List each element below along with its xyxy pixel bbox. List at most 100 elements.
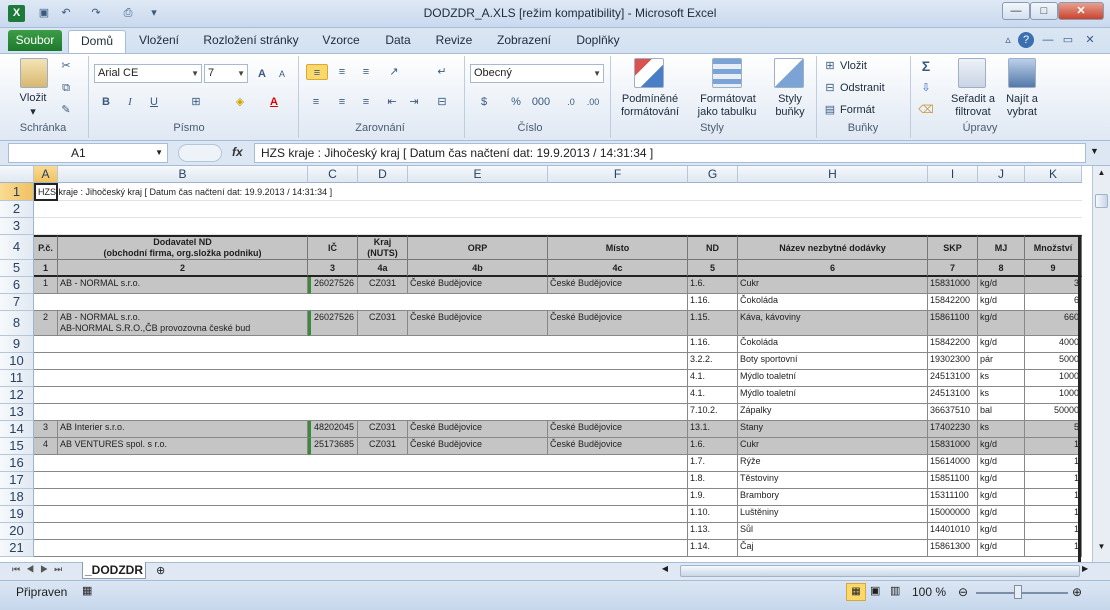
orientation-icon[interactable]: ↗ <box>384 64 404 80</box>
format-cells-icon[interactable]: ▤ <box>822 102 838 118</box>
row-header-13[interactable]: 13 <box>0 404 34 421</box>
cell-g-19[interactable]: 1.10. <box>688 506 738 523</box>
cell-i-6[interactable]: 15831000 <box>928 277 978 294</box>
cell-e-14[interactable]: České Budějovice <box>408 421 548 438</box>
cell-h-7[interactable]: Čokoláda <box>738 294 928 311</box>
sort-filter-icon[interactable] <box>958 58 986 88</box>
tab-formulas[interactable]: Vzorce <box>316 30 366 53</box>
cell-a-9[interactable] <box>34 336 58 353</box>
cell-g-17[interactable]: 1.8. <box>688 472 738 489</box>
cell-h-9[interactable]: Čokoláda <box>738 336 928 353</box>
sheet-tab[interactable]: _DODZDR <box>82 562 146 579</box>
cell-k-18[interactable]: 1 <box>1025 489 1082 506</box>
row-header-20[interactable]: 20 <box>0 523 34 540</box>
cell-j-8[interactable]: kg/d <box>978 311 1025 336</box>
find-select-label-1[interactable]: Najít a <box>1000 93 1044 106</box>
row-header-2[interactable]: 2 <box>0 201 34 218</box>
cell-i-8[interactable]: 15861100 <box>928 311 978 336</box>
cell-g-9[interactable]: 1.16. <box>688 336 738 353</box>
currency-icon[interactable]: $ <box>474 94 494 110</box>
cell-e-13[interactable] <box>408 404 548 421</box>
tab-home[interactable]: Domů <box>68 30 126 53</box>
help-icon[interactable]: ? <box>1018 32 1034 48</box>
cell-b-9[interactable] <box>58 336 308 353</box>
fill-icon[interactable]: ⇩ <box>918 80 934 96</box>
cell-g-6[interactable]: 1.6. <box>688 277 738 294</box>
font-name-select[interactable]: Arial CE ▼ <box>94 64 202 83</box>
cell-g-15[interactable]: 1.6. <box>688 438 738 455</box>
cell-c-14[interactable]: 48202045 <box>308 421 358 438</box>
cell-d-9[interactable] <box>358 336 408 353</box>
cell-k-15[interactable]: 1 <box>1025 438 1082 455</box>
cell-i-18[interactable]: 15311100 <box>928 489 978 506</box>
cell-j-18[interactable]: kg/d <box>978 489 1025 506</box>
worksheet-grid[interactable]: A B C D E F G H I J K 1 2 3 4 5 6 7 8 9 10 11 12 13 14 15 16 17 18 19… <box>0 166 1092 562</box>
cell-d-21[interactable] <box>358 540 408 557</box>
cell-d-17[interactable] <box>358 472 408 489</box>
cell-b-16[interactable] <box>58 455 308 472</box>
cell-k-9[interactable]: 4000 <box>1025 336 1082 353</box>
page-break-view-icon[interactable]: ▥ <box>890 584 900 597</box>
increase-decimal-icon[interactable]: .0 <box>562 94 580 110</box>
tab-view[interactable]: Zobrazení <box>490 30 558 53</box>
cell-f-15[interactable]: České Budějovice <box>548 438 688 455</box>
cell-j-10[interactable]: pár <box>978 353 1025 370</box>
cell-h-14[interactable]: Stany <box>738 421 928 438</box>
column-header-c[interactable]: C <box>308 166 358 183</box>
column-header-e[interactable]: E <box>408 166 548 183</box>
minimize-ribbon-icon[interactable]: ▵ <box>1000 32 1016 48</box>
cell-h-10[interactable]: Boty sportovní <box>738 353 928 370</box>
cell-g-16[interactable]: 1.7. <box>688 455 738 472</box>
formula-input[interactable]: HZS kraje : Jihočeský kraj [ Datum čas n… <box>254 143 1086 163</box>
cell-e-21[interactable] <box>408 540 548 557</box>
cell-d-14[interactable]: CZ031 <box>358 421 408 438</box>
cell-b-19[interactable] <box>58 506 308 523</box>
thousands-button[interactable]: 000 <box>530 94 552 110</box>
delete-cells-button[interactable]: Odstranit <box>840 82 900 95</box>
row-header-11[interactable]: 11 <box>0 370 34 387</box>
underline-button[interactable]: U <box>146 94 162 110</box>
cell-b-6[interactable]: AB - NORMAL s.r.o. <box>58 277 308 294</box>
cell-k-12[interactable]: 1000 <box>1025 387 1082 404</box>
cell-a-12[interactable] <box>34 387 58 404</box>
cell-c-11[interactable] <box>308 370 358 387</box>
borders-icon[interactable]: ⊞ <box>188 94 204 110</box>
align-right-icon[interactable]: ≡ <box>356 94 376 110</box>
cell-e-6[interactable]: České Budějovice <box>408 277 548 294</box>
cell-g-18[interactable]: 1.9. <box>688 489 738 506</box>
cell-a-18[interactable] <box>34 489 58 506</box>
cell-i-19[interactable]: 15000000 <box>928 506 978 523</box>
cell-e-7[interactable] <box>408 294 548 311</box>
format-painter-icon[interactable]: ✎ <box>58 102 74 118</box>
shrink-font-icon[interactable]: A <box>274 66 290 82</box>
cell-a-14[interactable]: 3 <box>34 421 58 438</box>
row-header-1[interactable]: 1 <box>0 183 34 201</box>
cell-d-6[interactable]: CZ031 <box>358 277 408 294</box>
cell-c-21[interactable] <box>308 540 358 557</box>
column-header-h[interactable]: H <box>738 166 928 183</box>
cell-h-16[interactable]: Rýže <box>738 455 928 472</box>
align-bottom-icon[interactable]: ≡ <box>356 64 376 80</box>
grow-font-icon[interactable]: A <box>254 66 270 82</box>
cell-k-19[interactable]: 1 <box>1025 506 1082 523</box>
cell-k-10[interactable]: 5000 <box>1025 353 1082 370</box>
cell-d-20[interactable] <box>358 523 408 540</box>
cell-g-20[interactable]: 1.13. <box>688 523 738 540</box>
cell-a-19[interactable] <box>34 506 58 523</box>
cell-j-11[interactable]: ks <box>978 370 1025 387</box>
cell-i-16[interactable]: 15614000 <box>928 455 978 472</box>
copy-icon[interactable]: ⧉ <box>58 80 74 96</box>
insert-function-button[interactable]: fx <box>232 145 243 159</box>
cell-h-12[interactable]: Mýdlo toaletní <box>738 387 928 404</box>
cell-a-20[interactable] <box>34 523 58 540</box>
name-box[interactable]: A1 ▼ <box>8 143 168 163</box>
new-sheet-icon[interactable]: ⊕ <box>156 564 165 577</box>
cell-c-9[interactable] <box>308 336 358 353</box>
cell-c-8[interactable]: 26027526 <box>308 311 358 336</box>
redo-icon[interactable]: ↷ <box>88 5 104 21</box>
cell-c-16[interactable] <box>308 455 358 472</box>
cell-h-19[interactable]: Luštěniny <box>738 506 928 523</box>
cell-b-11[interactable] <box>58 370 308 387</box>
number-format-select[interactable]: Obecný ▼ <box>470 64 604 83</box>
cell-b-17[interactable] <box>58 472 308 489</box>
